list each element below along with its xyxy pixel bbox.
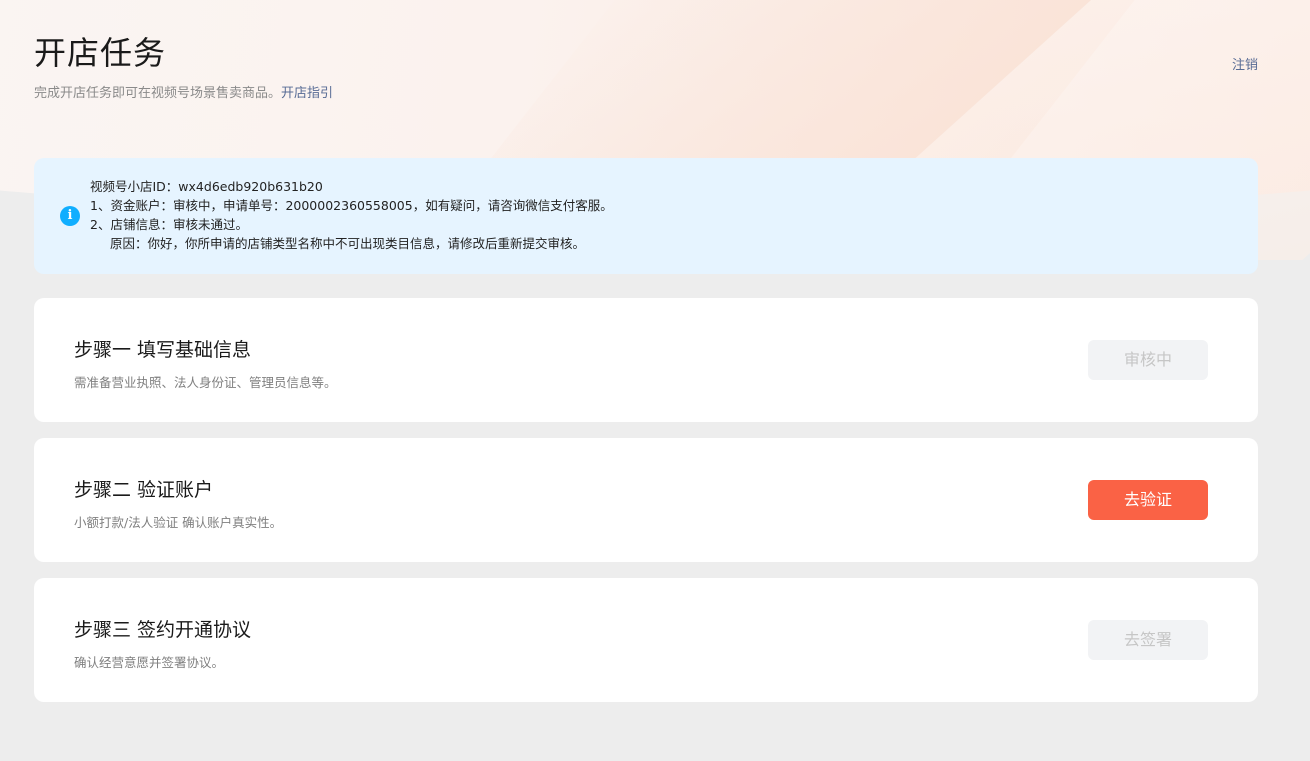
notice-fund-account-status: 1、资金账户：审核中，申请单号：2000002360558005，如有疑问，请咨… xyxy=(90,198,613,213)
under-review-button[interactable]: 审核中 xyxy=(1088,340,1208,380)
step-title: 步骤三 签约开通协议 xyxy=(74,619,252,641)
notice-store-id: 视频号小店ID：wx4d6edb920b631b20 xyxy=(90,179,323,194)
step-card-sign-agreement: 步骤三 签约开通协议 确认经营意愿并签署协议。 去签署 xyxy=(34,578,1258,702)
subtitle-text: 完成开店任务即可在视频号场景售卖商品。 xyxy=(34,86,282,101)
step-description: 小额打款/法人验证 确认账户真实性。 xyxy=(74,515,283,530)
notice-store-info-status: 2、店铺信息：审核未通过。 xyxy=(90,217,248,232)
notice-content: 视频号小店ID：wx4d6edb920b631b20 1、资金账户：审核中，申请… xyxy=(90,177,613,253)
page-subtitle: 完成开店任务即可在视频号场景售卖商品。开店指引 xyxy=(34,82,333,101)
sign-button[interactable]: 去签署 xyxy=(1088,620,1208,660)
step-description: 确认经营意愿并签署协议。 xyxy=(74,655,225,670)
step-description: 需准备营业执照、法人身份证、管理员信息等。 xyxy=(74,375,337,390)
verify-button[interactable]: 去验证 xyxy=(1088,480,1208,520)
step-title: 步骤一 填写基础信息 xyxy=(74,339,252,361)
step-card-verify-account: 步骤二 验证账户 小额打款/法人验证 确认账户真实性。 去验证 xyxy=(34,438,1258,562)
info-icon: i xyxy=(60,206,80,226)
store-guide-link[interactable]: 开店指引 xyxy=(281,86,333,101)
status-notice: i 视频号小店ID：wx4d6edb920b631b20 1、资金账户：审核中，… xyxy=(34,158,1258,274)
page-title: 开店任务 xyxy=(34,34,167,72)
notice-rejection-reason: 原因：你好，你所申请的店铺类型名称中不可出现类目信息，请修改后重新提交审核。 xyxy=(110,236,586,251)
step-title: 步骤二 验证账户 xyxy=(74,479,214,501)
step-card-basic-info: 步骤一 填写基础信息 需准备营业执照、法人身份证、管理员信息等。 审核中 xyxy=(34,298,1258,422)
logout-link[interactable]: 注销 xyxy=(1232,54,1258,73)
